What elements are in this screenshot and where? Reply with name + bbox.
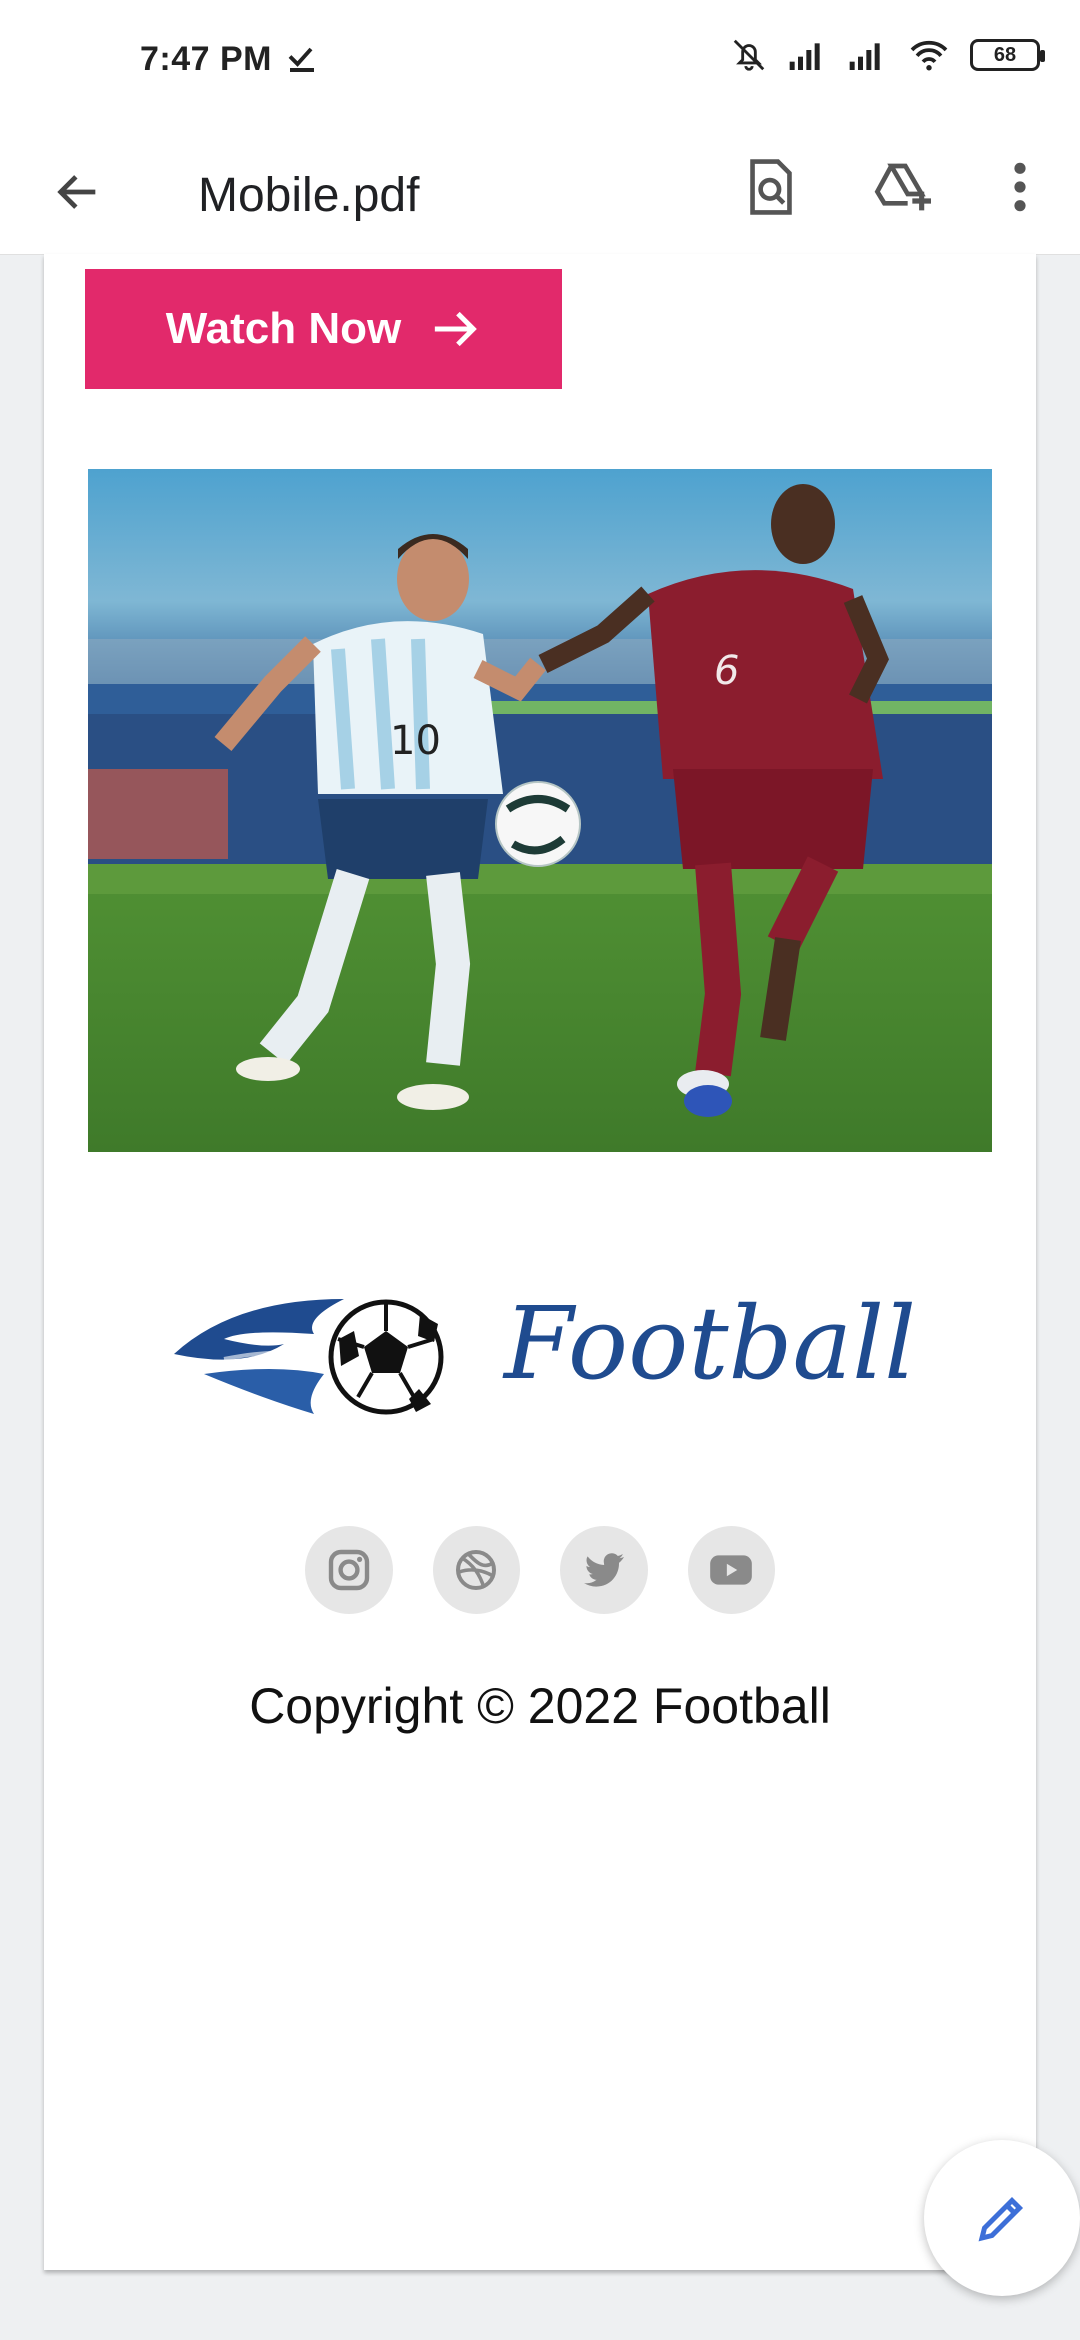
dribbble-button[interactable]: [432, 1526, 520, 1614]
add-to-drive-button[interactable]: [858, 142, 948, 232]
battery-icon: 68: [970, 39, 1045, 71]
logo-text: Football: [504, 1285, 917, 1402]
copyright-text: Copyright © 2022 Football: [249, 1678, 831, 1734]
watch-now-label: Watch Now: [165, 304, 402, 353]
instagram-button[interactable]: [305, 1526, 393, 1614]
back-arrow-icon: [57, 175, 96, 209]
two-football-players-image: 6 10: [88, 469, 992, 1152]
arrow-right-icon: [435, 311, 478, 347]
instagram-icon: [328, 1549, 369, 1591]
signal-icon: [849, 43, 880, 70]
more-options-button[interactable]: [975, 142, 1065, 232]
status-time: 7:47 PM: [140, 40, 272, 78]
youtube-icon: [710, 1555, 753, 1585]
signal-icon: [789, 43, 820, 70]
edit-button[interactable]: [924, 2140, 1080, 2296]
twitter-icon: [583, 1553, 624, 1587]
back-button[interactable]: [38, 152, 118, 232]
football-logo: Football: [164, 1279, 916, 1429]
mute-bell-icon: [733, 39, 765, 71]
social-links: [305, 1526, 775, 1616]
add-to-drive-icon: [874, 163, 931, 211]
document-title: Mobile.pdf: [198, 169, 420, 222]
pdf-page[interactable]: Watch Now 6 10 Football Copyright © 2022…: [44, 254, 1036, 2270]
download-done-icon: [288, 47, 314, 72]
twitter-button[interactable]: [560, 1526, 648, 1614]
battery-level: 68: [993, 43, 1017, 66]
find-in-document-button[interactable]: [726, 142, 816, 232]
dribbble-icon: [456, 1550, 497, 1590]
svg-text:6: 6: [714, 648, 739, 694]
more-options-icon: [1014, 162, 1026, 212]
find-in-document-icon: [750, 159, 792, 215]
status-icons: 68: [730, 36, 1045, 74]
watch-now-button[interactable]: Watch Now: [85, 269, 562, 389]
edit-pencil-icon: [978, 2196, 1024, 2242]
youtube-button[interactable]: [687, 1526, 775, 1614]
app-bar: Mobile.pdf: [0, 120, 1080, 255]
wifi-icon: [910, 40, 948, 71]
svg-text:10: 10: [390, 718, 441, 764]
football-flame-logo-icon: [174, 1299, 444, 1415]
status-bar: 7:47 PM 68: [0, 0, 1080, 120]
